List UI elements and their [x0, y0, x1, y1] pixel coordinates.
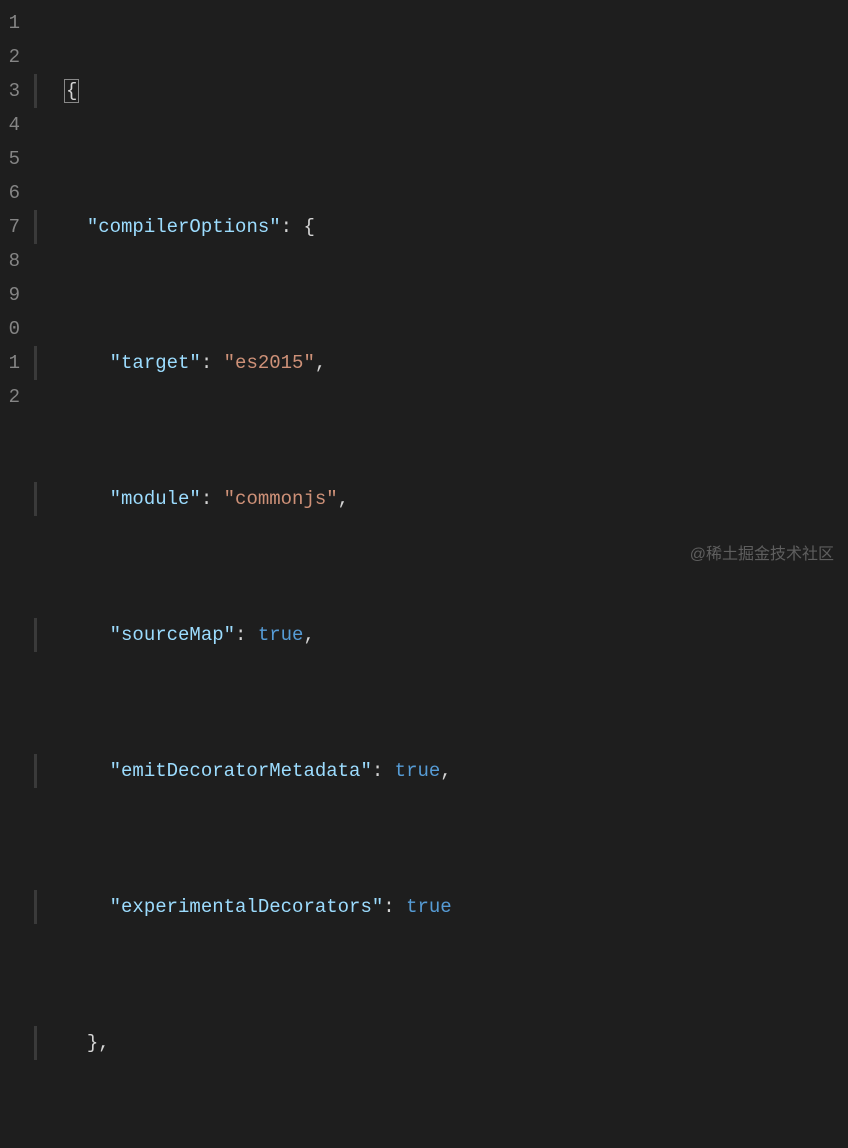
code-line[interactable]: "sourceMap": true, [34, 618, 848, 652]
line-number: 2 [0, 40, 20, 74]
json-string: "commonjs" [224, 488, 338, 510]
watermark-text: @稀土掘金技术社区 [690, 540, 834, 564]
line-number: 1 [0, 346, 20, 380]
line-number: 5 [0, 142, 20, 176]
code-line[interactable]: "experimentalDecorators": true [34, 890, 848, 924]
comma: , [440, 760, 451, 782]
json-key: "module" [110, 488, 201, 510]
line-number: 3 [0, 74, 20, 108]
line-number: 2 [0, 380, 20, 414]
json-string: "es2015" [224, 352, 315, 374]
line-number: 8 [0, 244, 20, 278]
json-key: "sourceMap" [110, 624, 235, 646]
comma: , [338, 488, 349, 510]
line-number: 1 [0, 6, 20, 40]
comma: , [315, 352, 326, 374]
line-number-gutter: 1 2 3 4 5 6 7 8 9 0 1 2 [0, 0, 34, 574]
line-number: 6 [0, 176, 20, 210]
code-line[interactable]: "emitDecoratorMetadata": true, [34, 754, 848, 788]
json-key: "compilerOptions" [87, 216, 281, 238]
code-line[interactable]: }, [34, 1026, 848, 1060]
json-bool: true [395, 760, 441, 782]
code-line[interactable]: { [34, 74, 848, 108]
line-number: 0 [0, 312, 20, 346]
code-editor[interactable]: 1 2 3 4 5 6 7 8 9 0 1 2 { "compilerOptio… [0, 0, 848, 574]
line-number: 9 [0, 278, 20, 312]
code-line[interactable]: "compilerOptions": { [34, 210, 848, 244]
code-area[interactable]: { "compilerOptions": { "target": "es2015… [34, 0, 848, 574]
colon: : [201, 352, 224, 374]
brace-close: } [87, 1032, 98, 1054]
json-bool: true [406, 896, 452, 918]
brace-open: { [303, 216, 314, 238]
comma: , [98, 1032, 109, 1054]
code-line[interactable]: "target": "es2015", [34, 346, 848, 380]
json-key: "emitDecoratorMetadata" [110, 760, 372, 782]
line-number: 7 [0, 210, 20, 244]
line-number: 4 [0, 108, 20, 142]
code-line[interactable]: "module": "commonjs", [34, 482, 848, 516]
colon: : [235, 624, 258, 646]
colon: : [281, 216, 304, 238]
json-key: "target" [110, 352, 201, 374]
colon: : [372, 760, 395, 782]
comma: , [303, 624, 314, 646]
json-bool: true [258, 624, 304, 646]
colon: : [383, 896, 406, 918]
colon: : [201, 488, 224, 510]
json-key: "experimentalDecorators" [110, 896, 384, 918]
brace-open: { [64, 79, 79, 103]
